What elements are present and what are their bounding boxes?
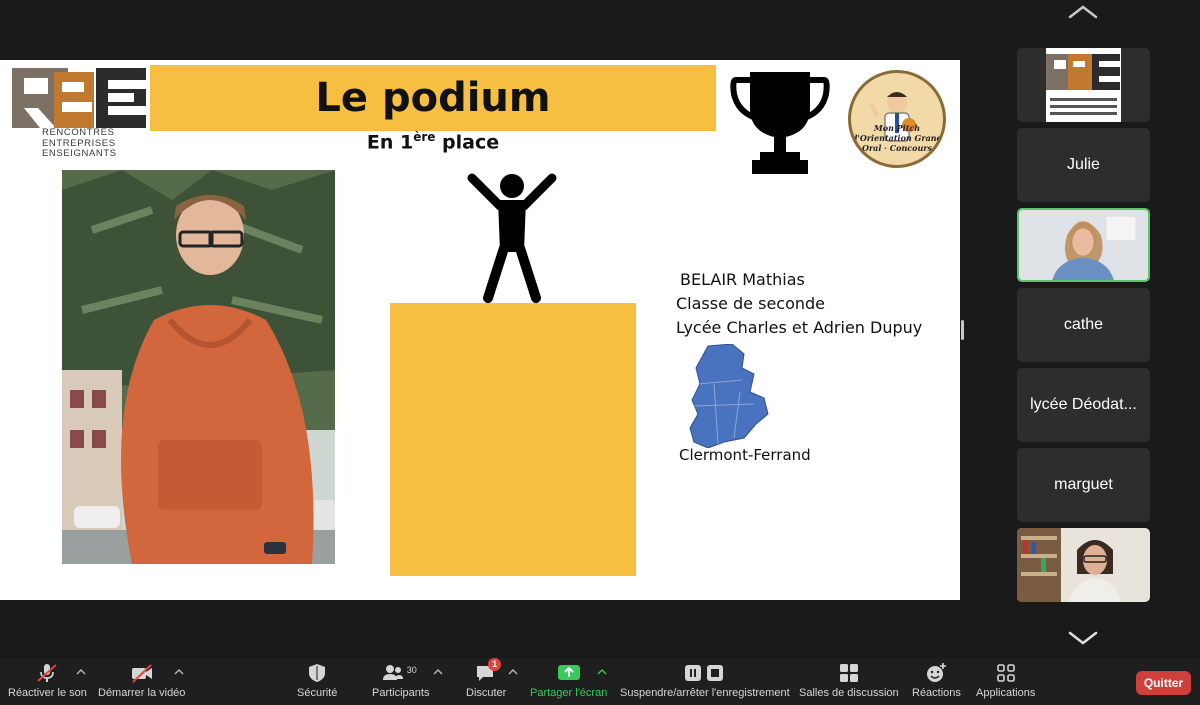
trophy-icon: [730, 72, 830, 174]
winner-school: Lycée Charles et Adrien Dupuy: [676, 318, 923, 337]
breakout-rooms-label: Salles de discussion: [799, 687, 899, 699]
reactions-label: Réactions: [912, 687, 961, 699]
subtitle-suffix: place: [435, 131, 500, 154]
audio-options-caret-icon[interactable]: [76, 668, 86, 676]
r2e-logo-tile: [1046, 48, 1121, 122]
contest-badge: Mon Pitch d'Orientation Grand Oral · Con…: [848, 70, 946, 168]
security-label: Sécurité: [297, 687, 338, 699]
participant-name: marguet: [1054, 476, 1113, 493]
breakout-rooms-button[interactable]: Salles de discussion: [799, 662, 899, 702]
chat-caret-icon[interactable]: [508, 668, 518, 676]
winner-name: BELAIR Mathias: [680, 270, 805, 289]
badge-text: Mon Pitch d'Orientation Grand Oral · Con…: [851, 123, 943, 153]
chat-icon-wrap: 1: [474, 658, 502, 684]
smiley-plus-icon: [927, 663, 947, 682]
shield-icon: [309, 664, 326, 682]
security-button[interactable]: Sécurité: [297, 662, 337, 702]
reactions-button[interactable]: Réactions: [912, 662, 961, 702]
participant-tile[interactable]: [1017, 528, 1150, 602]
share-screen-label: Partager l'écran: [530, 687, 608, 699]
participants-label: Participants: [372, 687, 430, 699]
r2e-logo-icon: [1046, 54, 1120, 115]
participants-icon-wrap: 30: [381, 662, 421, 684]
participants-caret-icon[interactable]: [433, 668, 443, 676]
participants-button[interactable]: 30 Participants: [372, 662, 429, 702]
region-map-icon: [689, 344, 769, 448]
participant-name: lycée Déodat...: [1030, 396, 1137, 413]
leave-meeting-button[interactable]: Quitter: [1136, 671, 1191, 695]
recording-icons: [683, 662, 727, 684]
share-screen-button[interactable]: Partager l'écran: [530, 662, 607, 702]
unmute-label: Réactiver le son: [8, 687, 87, 699]
share-options-caret-icon[interactable]: [597, 668, 607, 676]
share-screen-icon: [557, 665, 580, 680]
city-label: Clermont-Ferrand: [679, 446, 811, 464]
recording-controls-button[interactable]: Suspendre/arrêter l'enregistrement: [620, 662, 790, 702]
participant-video: [1017, 528, 1150, 602]
title-band: Le podium: [150, 65, 716, 131]
shared-screen: Rencontres Entreprises Enseignants Le po…: [0, 60, 960, 600]
gallery-scroll-down-icon[interactable]: [1066, 629, 1100, 647]
meeting-window: Rencontres Entreprises Enseignants Le po…: [0, 0, 1200, 705]
chat-label: Discuter: [466, 687, 507, 699]
subtitle-prefix: En 1: [366, 131, 414, 154]
logo-line: Rencontres: [42, 127, 115, 138]
person-celebrating-icon: [467, 173, 557, 303]
participants-count: 30: [406, 665, 417, 675]
chat-notification-badge: 1: [488, 658, 502, 671]
r2e-logo: Rencontres Entreprises Enseignants: [12, 68, 152, 160]
student-photo: [62, 170, 335, 564]
participant-tile[interactable]: lycée Déodat...: [1017, 368, 1150, 442]
participant-name: cathe: [1063, 316, 1104, 333]
apps-label: Applications: [976, 687, 1036, 699]
meeting-toolbar: Réactiver le son Démarrer la vidéo Sécur…: [0, 658, 1200, 705]
slide-title: Le podium: [315, 75, 551, 121]
start-video-button[interactable]: Démarrer la vidéo: [98, 662, 185, 702]
gallery-scroll-up-icon[interactable]: [1066, 3, 1100, 21]
participant-tile[interactable]: [1017, 48, 1150, 122]
microphone-muted-icon: [37, 664, 58, 682]
participant-tile[interactable]: marguet: [1017, 448, 1150, 522]
logo-caption: Rencontres Entreprises Enseignants: [42, 127, 117, 160]
breakout-rooms-icon: [839, 664, 858, 682]
apps-icon: [996, 664, 1015, 682]
participant-name: Julie: [1067, 156, 1100, 173]
logo-line: Enseignants: [42, 148, 117, 159]
panel-resize-handle[interactable]: [961, 320, 964, 340]
participant-video: [1019, 210, 1148, 280]
start-video-label: Démarrer la vidéo: [98, 687, 186, 699]
participant-tile[interactable]: Julie: [1017, 128, 1150, 202]
podium-block: [390, 303, 636, 576]
winner-class: Classe de seconde: [676, 294, 826, 313]
recording-label: Suspendre/arrêter l'enregistrement: [620, 687, 790, 699]
participant-tile[interactable]: cathe: [1017, 288, 1150, 362]
apps-button[interactable]: Applications: [976, 662, 1035, 702]
participants-icon: [382, 665, 403, 680]
participant-tile-active-speaker[interactable]: [1017, 208, 1150, 282]
slide-subtitle: En 1ère place: [150, 130, 716, 153]
video-options-caret-icon[interactable]: [174, 668, 184, 676]
winner-info: BELAIR Mathias Classe de seconde Lycée C…: [676, 268, 922, 340]
pause-stop-icon: [684, 665, 723, 681]
subtitle-sup: ère: [413, 130, 436, 144]
chat-button[interactable]: 1 Discuter: [466, 658, 507, 702]
camera-off-icon: [131, 664, 152, 683]
